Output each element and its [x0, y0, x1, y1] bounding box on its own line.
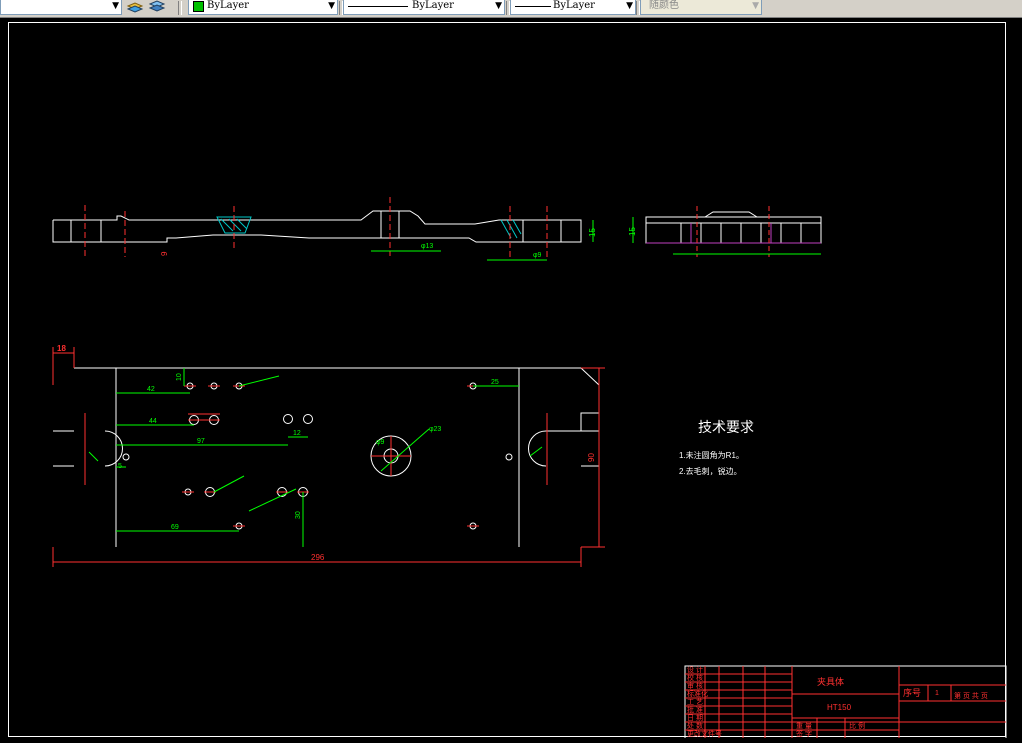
- side-view: [645, 211, 822, 244]
- overall-dims: [52, 347, 605, 567]
- tb-weight-label: 重 量: [796, 722, 812, 730]
- plan-centermarks: [84, 385, 548, 527]
- dim-front-height: 15: [588, 228, 597, 237]
- tb-seq-value: 1: [935, 690, 939, 697]
- toolbar-separator: [178, 1, 182, 15]
- dim-25: 25: [491, 379, 499, 386]
- plan-outline: [53, 367, 600, 547]
- tb-material: HT150: [827, 703, 852, 712]
- dim-30: 30: [295, 511, 302, 519]
- chevron-down-icon: ▼: [495, 1, 502, 11]
- tb-row-6: 批 准: [687, 705, 703, 714]
- front-view: [52, 210, 582, 243]
- tech-note-2: 2.去毛刺，锐边。: [679, 466, 742, 476]
- front-dims: [371, 220, 594, 261]
- color-dropdown[interactable]: ByLayer ▼: [188, 0, 338, 15]
- lineweight-value: ByLayer: [553, 0, 595, 11]
- side-view-holes: [690, 223, 772, 243]
- tb-part-name: 夹具体: [817, 676, 844, 687]
- tb-seq-label: 序号: [903, 687, 921, 698]
- dim-front-hole: φ13: [421, 243, 433, 250]
- dim-depth: 9: [160, 251, 169, 256]
- linetype-dropdown[interactable]: ByLayer ▼: [343, 0, 505, 15]
- tb-row-7: 日 期: [687, 714, 703, 722]
- plotstyle-dropdown[interactable]: 随颜色 ▼: [640, 0, 762, 15]
- layer-states-icon[interactable]: [126, 0, 144, 14]
- dim-42: 42: [147, 386, 155, 393]
- dim-phi9: φ9: [376, 439, 385, 446]
- tb-scale-label: 比 例: [849, 721, 865, 730]
- plan-dims: [88, 368, 543, 547]
- properties-toolbar: ▼ ByLayer ▼ ByLayer ▼ ByLayer ▼ 随颜色 ▼: [0, 0, 1022, 18]
- tb-row-8: 处 数: [687, 721, 703, 730]
- chevron-down-icon: ▼: [752, 1, 759, 11]
- tb-sheet-label: 第 页 共 页: [954, 691, 988, 700]
- dim-side-height: 15: [628, 227, 637, 236]
- tb-row-4: 标准化: [687, 689, 708, 698]
- dim-296: 296: [311, 553, 325, 562]
- dim-18: 18: [57, 344, 66, 353]
- dim-69: 69: [171, 524, 179, 531]
- plotstyle-value: 随颜色: [649, 0, 679, 11]
- front-centerlines: [84, 197, 548, 259]
- tech-requirements-title: 技术要求: [698, 419, 754, 435]
- dim-front-hole-2: φ9: [533, 252, 542, 259]
- drawing-svg[interactable]: 9 φ13 φ9 15 15 42 44 97 69 12 25 5 10 30…: [9, 23, 1007, 743]
- layer-previous-icon[interactable]: [148, 0, 166, 14]
- linetype-value: ByLayer: [412, 0, 454, 11]
- layer-dropdown[interactable]: ▼: [0, 0, 122, 15]
- chevron-down-icon: ▼: [328, 1, 335, 11]
- side-centerlines: [696, 206, 770, 257]
- tb-row-3: 审 核: [687, 681, 703, 690]
- tb-row-2: 校 核: [687, 673, 703, 682]
- dim-90: 90: [587, 453, 596, 462]
- tb-row-5: 工 艺: [687, 698, 703, 706]
- chevron-down-icon: ▼: [626, 1, 633, 11]
- chevron-down-icon: ▼: [112, 1, 119, 11]
- title-block: [684, 665, 1007, 743]
- dim-10: 10: [176, 373, 183, 381]
- drawing-canvas[interactable]: 9 φ13 φ9 15 15 42 44 97 69 12 25 5 10 30…: [8, 22, 1007, 743]
- tb-row-1: 设 计: [687, 665, 703, 674]
- tech-note-1: 1.未注圆角为R1。: [679, 450, 744, 460]
- dim-phi23: φ23: [429, 426, 441, 433]
- lineweight-sample: [515, 6, 551, 7]
- dim-5: 5: [118, 463, 122, 470]
- color-swatch: [193, 1, 204, 12]
- lineweight-dropdown[interactable]: ByLayer ▼: [510, 0, 636, 15]
- linetype-sample: [348, 6, 408, 7]
- color-value: ByLayer: [207, 0, 249, 11]
- dim-12: 12: [293, 430, 301, 437]
- dim-44: 44: [149, 418, 157, 425]
- dim-97: 97: [197, 438, 205, 445]
